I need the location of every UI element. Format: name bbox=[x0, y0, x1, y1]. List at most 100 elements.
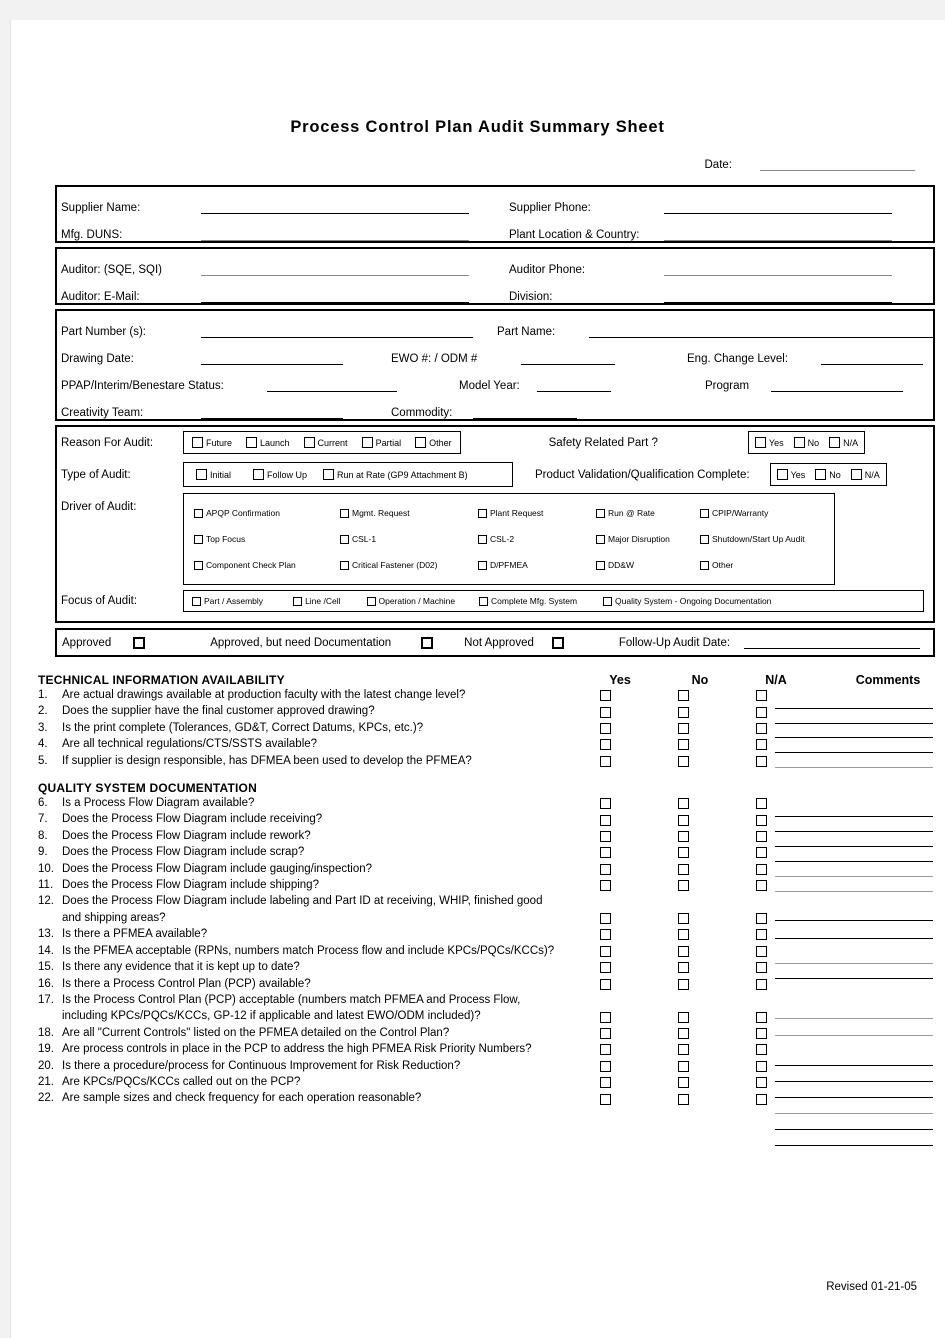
checkbox-icon[interactable] bbox=[479, 596, 489, 606]
comment-line[interactable] bbox=[775, 708, 933, 709]
answer-checkbox-na[interactable] bbox=[756, 706, 767, 718]
reason-option-current[interactable]: Current bbox=[303, 437, 348, 448]
not-approved-checkbox[interactable] bbox=[551, 636, 564, 649]
answer-checkbox-no[interactable] bbox=[678, 1044, 689, 1056]
comment-line[interactable] bbox=[775, 1113, 933, 1114]
comment-line[interactable] bbox=[775, 861, 933, 862]
answer-checkbox-na[interactable] bbox=[756, 929, 767, 941]
type-option-initial[interactable]: Initial bbox=[196, 469, 231, 480]
comment-line[interactable] bbox=[775, 938, 933, 939]
commodity-input[interactable] bbox=[473, 407, 577, 419]
answer-checkbox-yes[interactable] bbox=[600, 1011, 611, 1023]
type-option-run-at-rate[interactable]: Run at Rate (GP9 Attachment B) bbox=[323, 469, 468, 480]
followup-date-input[interactable] bbox=[744, 637, 921, 649]
answer-checkbox-na[interactable] bbox=[756, 880, 767, 892]
comment-line[interactable] bbox=[775, 1081, 933, 1082]
validation-option-na[interactable]: N/A bbox=[850, 469, 880, 480]
answer-checkbox-na[interactable] bbox=[756, 1060, 767, 1072]
answer-checkbox-no[interactable] bbox=[678, 863, 689, 875]
answer-checkbox-na[interactable] bbox=[756, 913, 767, 925]
answer-checkbox-no[interactable] bbox=[678, 706, 689, 718]
answer-checkbox-no[interactable] bbox=[678, 847, 689, 859]
answer-checkbox-na[interactable] bbox=[756, 739, 767, 751]
answer-checkbox-na[interactable] bbox=[756, 962, 767, 974]
checkbox-icon[interactable] bbox=[700, 560, 709, 570]
checkbox-icon[interactable] bbox=[194, 560, 203, 570]
part-name-input[interactable] bbox=[589, 326, 933, 338]
ppap-input[interactable] bbox=[267, 380, 397, 392]
answer-checkbox-no[interactable] bbox=[678, 978, 689, 990]
approved-with-doc-checkbox[interactable] bbox=[421, 636, 434, 649]
checkbox-icon[interactable] bbox=[194, 508, 203, 518]
validation-option-yes[interactable]: Yes bbox=[776, 469, 805, 480]
answer-checkbox-yes[interactable] bbox=[600, 706, 611, 718]
checkbox-icon[interactable] bbox=[246, 437, 258, 448]
focus-option-part-assembly[interactable]: Part / Assembly bbox=[192, 596, 263, 606]
answer-checkbox-yes[interactable] bbox=[600, 880, 611, 892]
comment-line[interactable] bbox=[775, 978, 933, 979]
checkbox-icon[interactable] bbox=[415, 437, 427, 448]
focus-option-operation-machine[interactable]: Operation / Machine bbox=[366, 596, 455, 606]
date-input[interactable] bbox=[760, 159, 915, 171]
safety-option-na[interactable]: N/A bbox=[829, 437, 858, 448]
answer-checkbox-no[interactable] bbox=[678, 929, 689, 941]
answer-checkbox-yes[interactable] bbox=[600, 690, 611, 702]
answer-checkbox-na[interactable] bbox=[756, 978, 767, 990]
comment-line[interactable] bbox=[775, 831, 933, 832]
answer-checkbox-no[interactable] bbox=[678, 755, 689, 767]
driver-option-d-pfmea[interactable]: D/PFMEA bbox=[478, 560, 596, 570]
answer-checkbox-no[interactable] bbox=[678, 1060, 689, 1072]
answer-checkbox-na[interactable] bbox=[756, 831, 767, 843]
checkbox-icon[interactable] bbox=[323, 469, 335, 480]
checkbox-icon[interactable] bbox=[754, 437, 766, 448]
comment-line[interactable] bbox=[775, 1129, 933, 1130]
answer-checkbox-na[interactable] bbox=[756, 1077, 767, 1089]
answer-checkbox-na[interactable] bbox=[756, 798, 767, 810]
checkbox-icon[interactable] bbox=[603, 596, 613, 606]
driver-option-major-disruption[interactable]: Major Disruption bbox=[596, 534, 700, 544]
reason-option-partial[interactable]: Partial bbox=[361, 437, 401, 448]
driver-option-component-check-plan[interactable]: Component Check Plan bbox=[194, 560, 340, 570]
driver-option-csl-1[interactable]: CSL-1 bbox=[340, 534, 478, 544]
safety-option-yes[interactable]: Yes bbox=[754, 437, 784, 448]
checkbox-icon[interactable] bbox=[478, 508, 487, 518]
comment-line[interactable] bbox=[775, 876, 933, 877]
auditor-email-input[interactable] bbox=[201, 291, 469, 303]
answer-checkbox-yes[interactable] bbox=[600, 755, 611, 767]
answer-checkbox-yes[interactable] bbox=[600, 863, 611, 875]
comment-line[interactable] bbox=[775, 816, 933, 817]
answer-checkbox-na[interactable] bbox=[756, 863, 767, 875]
driver-option-shutdown-startup-audit[interactable]: Shutdown/Start Up Audit bbox=[700, 534, 805, 544]
answer-checkbox-no[interactable] bbox=[678, 1027, 689, 1039]
reason-option-other[interactable]: Other bbox=[415, 437, 452, 448]
checkbox-icon[interactable] bbox=[478, 534, 487, 544]
checkbox-icon[interactable] bbox=[478, 560, 487, 570]
ewo-input[interactable] bbox=[521, 353, 615, 365]
checkbox-icon[interactable] bbox=[196, 469, 207, 480]
answer-checkbox-na[interactable] bbox=[756, 814, 767, 826]
focus-option-quality-system-ongoing[interactable]: Quality System - Ongoing Documentation bbox=[603, 596, 771, 606]
reason-option-future[interactable]: Future bbox=[192, 437, 232, 448]
checkbox-icon[interactable] bbox=[303, 437, 315, 448]
model-year-input[interactable] bbox=[537, 380, 611, 392]
answer-checkbox-yes[interactable] bbox=[600, 962, 611, 974]
comment-line[interactable] bbox=[775, 737, 933, 738]
safety-option-no[interactable]: No bbox=[793, 437, 819, 448]
program-input[interactable] bbox=[771, 380, 903, 392]
answer-checkbox-na[interactable] bbox=[756, 1044, 767, 1056]
answer-checkbox-na[interactable] bbox=[756, 847, 767, 859]
driver-option-critical-fastener[interactable]: Critical Fastener (D02) bbox=[340, 560, 478, 570]
answer-checkbox-yes[interactable] bbox=[600, 913, 611, 925]
answer-checkbox-na[interactable] bbox=[756, 1093, 767, 1105]
answer-checkbox-na[interactable] bbox=[756, 1027, 767, 1039]
driver-option-other[interactable]: Other bbox=[700, 560, 733, 570]
comment-line[interactable] bbox=[775, 963, 933, 964]
auditor-input[interactable] bbox=[201, 264, 469, 276]
driver-option-apqp-confirmation[interactable]: APQP Confirmation bbox=[194, 508, 340, 518]
approved-checkbox[interactable] bbox=[133, 636, 146, 649]
answer-checkbox-na[interactable] bbox=[756, 755, 767, 767]
driver-option-top-focus[interactable]: Top Focus bbox=[194, 534, 340, 544]
driver-option-csl-2[interactable]: CSL-2 bbox=[478, 534, 596, 544]
comment-line[interactable] bbox=[775, 1065, 933, 1066]
comment-line[interactable] bbox=[775, 891, 933, 892]
